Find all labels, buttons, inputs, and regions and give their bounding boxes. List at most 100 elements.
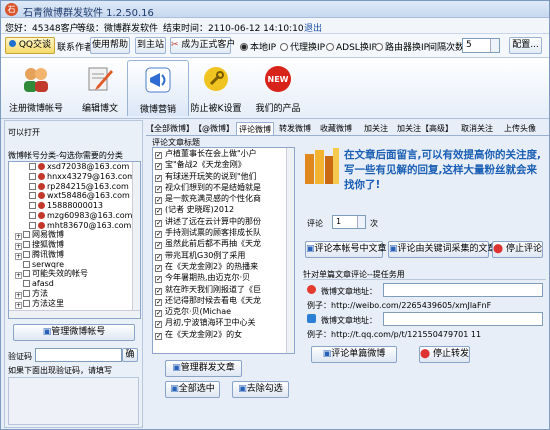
account-item[interactable]: mzg60983@163.com	[9, 211, 140, 221]
tab-6[interactable]: 加关注【高级】	[396, 122, 454, 136]
account-icon	[38, 221, 45, 229]
article-item[interactable]: ✓ 是一款充满灵感的个性化商	[153, 193, 294, 205]
nav-anti-ban-settings[interactable]: 防止被K设置	[185, 60, 247, 116]
account-item[interactable]: rp284215@163.com	[9, 182, 140, 192]
expand-icon[interactable]: +	[15, 243, 22, 250]
contact-author-link[interactable]: 联系作者	[57, 40, 93, 53]
article-list[interactable]: ✓ 卢植董事长在会上做"小户 ✓ 宝"备战2《天龙金刚》 ✓ 有球迷开玩笑的说到"他们 ✓ 视…	[152, 147, 295, 354]
radio-router-ip[interactable]: 路由器换IP	[375, 40, 429, 53]
expire-text: 结束时间：2110-06-12 14:10:10	[163, 24, 304, 34]
tencent-weibo-icon	[307, 314, 316, 323]
category-item[interactable]: afasd	[9, 279, 140, 289]
article-item[interactable]: ✓ 今年暑期热,由迈克尔·贝	[153, 272, 294, 284]
qq-url-input[interactable]	[383, 312, 543, 326]
exit-link[interactable]: 退出	[304, 21, 322, 34]
comment-single-button[interactable]: ▣评论单篇微博	[311, 346, 397, 363]
manage-accounts-button[interactable]: ▣管理微博帐号	[13, 324, 135, 341]
tab-5[interactable]: 加关注	[358, 122, 394, 136]
article-item[interactable]: ✓ 手持测试票的顾客排成长队	[153, 227, 294, 239]
article-item[interactable]: ✓ (记者 史晓晖)2012	[153, 204, 294, 216]
help-button[interactable]: 使用帮助	[90, 37, 130, 54]
tab-0[interactable]: 【全部微博】	[146, 122, 194, 136]
qq-icon	[8, 40, 16, 47]
category-item[interactable]: + 方法	[9, 289, 140, 299]
sina-url-input[interactable]	[383, 283, 543, 297]
account-item[interactable]: 15888000013	[9, 201, 140, 211]
radio-adsl-ip[interactable]: ADSL换IP	[326, 40, 377, 53]
category-item[interactable]: serwqre	[9, 260, 140, 270]
wrench-icon	[204, 67, 228, 91]
tab-3[interactable]: 转发微博	[276, 122, 314, 136]
interval-label: 间隔次数	[428, 43, 465, 53]
interval-stepper[interactable]: 5	[462, 38, 500, 53]
article-list-scrollbar[interactable]	[286, 148, 294, 353]
account-item[interactable]: hnxx43279@163.com	[9, 172, 140, 182]
nav-weibo-marketing[interactable]: 微博营销	[127, 60, 189, 116]
level-text: 等级：微博群发软件	[77, 24, 159, 34]
article-item[interactable]: ✓ 就在昨天我们刚报道了《巨	[153, 284, 294, 295]
marketing-tabs: 【全部微博】 【@微博】 评论微博 转发微博 收藏微博 加关注 加关注【高级】 取消关注 上传头…	[146, 122, 549, 136]
article-item[interactable]: ✓ 卢植董事长在会上做"小户	[153, 148, 294, 159]
radio-proxy-ip[interactable]: 代理换IP	[280, 40, 325, 53]
manage-articles-button[interactable]: ▣管理群发文章	[165, 360, 242, 377]
comment-keyword-articles-button[interactable]: ▣评论由关键词采集的文章	[388, 241, 497, 258]
app-logo-icon: 石	[5, 3, 18, 16]
article-item[interactable]: ✓ 带兆耳机G30例了采用	[153, 250, 294, 261]
tree-scrollbar[interactable]	[132, 162, 140, 318]
nav-edit-posts[interactable]: 编辑博文	[69, 60, 131, 116]
article-item[interactable]: ✓ 虽然此前后都不再抽《天龙	[153, 238, 294, 250]
account-item[interactable]: mht83670@163.com	[9, 221, 140, 231]
article-item[interactable]: ✓ 视众们想到的不是结婚就是	[153, 182, 294, 193]
settings-button[interactable]: 配置...	[509, 37, 542, 54]
category-item[interactable]: + 网易微博	[9, 230, 140, 241]
stop-forward-button[interactable]: ⬤ 停止转发	[419, 346, 470, 363]
comment-count-label: 评论	[307, 219, 323, 228]
article-item[interactable]: ✓ 有球迷开玩笑的说到"他们	[153, 171, 294, 182]
tab-4[interactable]: 收藏微博	[316, 122, 356, 136]
qq-chat-button[interactable]: QQ交谈	[5, 37, 55, 54]
captcha-input[interactable]	[35, 348, 122, 362]
users-icon	[24, 68, 48, 92]
edit-icon	[88, 67, 113, 91]
category-item[interactable]: + 方法这里	[9, 299, 140, 309]
article-item[interactable]: ✓ 讲述了远在云计算中的那份	[153, 216, 294, 227]
tree-hscrollbar[interactable]	[9, 310, 140, 318]
qq-url-label: 微博文章地址：	[321, 316, 377, 325]
tab-2[interactable]: 评论微博	[236, 122, 274, 136]
upgrade-button[interactable]: ✂ 成为正式客户	[170, 37, 235, 54]
comment-count-stepper[interactable]: 1	[332, 215, 366, 229]
comment-account-articles-button[interactable]: ▣评论本帐号中文章	[305, 241, 387, 258]
tab-1[interactable]: 【@微博】	[194, 122, 234, 136]
tab-7[interactable]: 取消关注	[456, 122, 498, 136]
toolbar: QQ交谈 联系作者 使用帮助 到主站 ✂ 成为正式客户 本地IP 代理换IP A…	[1, 34, 549, 58]
account-tree[interactable]: xsd72038@163.com hnxx43279@163.com rp28421…	[8, 161, 141, 319]
expand-icon[interactable]: +	[15, 252, 22, 260]
article-item[interactable]: ✓ 在《天龙金刚2》的女	[153, 329, 294, 340]
promo-text: 在文章后面留言,可以有效提高你的关注度,写一些有见解的回复,这样大量粉丝就会来找…	[344, 149, 541, 191]
tab-8[interactable]: 上传头像	[500, 122, 540, 136]
nav-register-accounts[interactable]: 注册微博帐号	[5, 60, 67, 116]
manage-articles-icon: ▣	[172, 363, 181, 373]
account-item[interactable]: wxt58486@163.com	[9, 191, 140, 201]
category-item[interactable]: + 腾讯微博	[9, 250, 140, 260]
expand-icon[interactable]: +	[15, 301, 22, 309]
home-button[interactable]: 到主站	[135, 37, 166, 54]
category-item[interactable]: + 搜狐微博	[9, 240, 140, 250]
article-item[interactable]: ✓ 迈克尔·贝(Michae	[153, 306, 294, 318]
stop-comment-button[interactable]: ⬤ 停止评论	[492, 241, 543, 258]
expand-icon[interactable]: +	[15, 291, 22, 299]
article-item[interactable]: ✓ 还记得那时候去看电《天龙	[153, 295, 294, 306]
article-item[interactable]: ✓ 月初,宁波镇海环卫中心关	[153, 317, 294, 329]
article-item[interactable]: ✓ 在《天龙金刚2》的热播来	[153, 261, 294, 272]
deselect-button[interactable]: ▣去除勾选	[232, 381, 289, 398]
account-icon	[38, 192, 45, 200]
account-item[interactable]: xsd72038@163.com	[9, 162, 140, 172]
nav-our-products[interactable]: NEW 我们的产品	[247, 60, 309, 116]
single-comment-icon: ▣	[322, 349, 332, 359]
captcha-confirm-button[interactable]: 确	[122, 348, 138, 362]
select-all-button[interactable]: ▣全部选中	[165, 381, 220, 398]
account-icon	[38, 211, 45, 219]
article-item[interactable]: ✓ 宝"备战2《天龙金刚》	[153, 159, 294, 171]
radio-local-ip[interactable]: 本地IP	[240, 40, 276, 53]
category-item[interactable]: + 可能失效的帐号	[9, 269, 140, 280]
